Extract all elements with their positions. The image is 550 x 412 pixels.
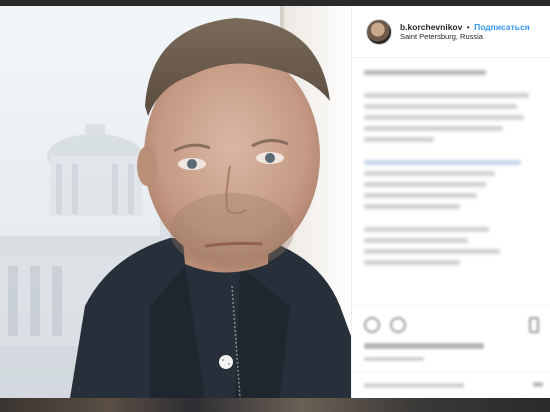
follow-button[interactable]: Подписаться bbox=[474, 22, 530, 32]
blurred-text-line bbox=[364, 126, 504, 131]
header-line: b.korchevnikov • Подписаться bbox=[400, 22, 530, 33]
action-icons bbox=[364, 317, 539, 333]
post-header: b.korchevnikov • Подписаться Saint Peter… bbox=[352, 6, 550, 58]
blurred-text-line bbox=[364, 193, 478, 198]
bookmark-icon[interactable] bbox=[529, 317, 539, 333]
likes-count[interactable] bbox=[364, 343, 484, 349]
comment-placeholder bbox=[364, 383, 464, 388]
comments-area bbox=[352, 58, 550, 265]
actions-bar bbox=[352, 306, 550, 371]
header-text: b.korchevnikov • Подписаться Saint Peter… bbox=[400, 22, 530, 42]
selfie-image bbox=[0, 6, 351, 398]
blurred-text-line bbox=[364, 204, 460, 209]
post-side-panel: b.korchevnikov • Подписаться Saint Peter… bbox=[351, 6, 550, 398]
page-backdrop-bottom bbox=[0, 398, 550, 412]
avatar[interactable] bbox=[366, 18, 392, 45]
location-link[interactable]: Saint Petersburg, Russia bbox=[400, 32, 530, 41]
blurred-text-line bbox=[364, 238, 469, 243]
blurred-text-line bbox=[364, 249, 500, 254]
separator-dot: • bbox=[466, 21, 470, 32]
blurred-caption-line bbox=[364, 70, 486, 75]
heart-icon[interactable] bbox=[364, 317, 380, 333]
blurred-text-line bbox=[364, 227, 490, 232]
blurred-text-line bbox=[364, 260, 460, 265]
blurred-text-line bbox=[364, 104, 518, 109]
add-comment-field[interactable] bbox=[352, 372, 550, 398]
blurred-text-line bbox=[364, 160, 521, 165]
blurred-text-line bbox=[364, 137, 434, 142]
blurred-text-line bbox=[364, 171, 495, 176]
more-icon[interactable] bbox=[533, 382, 543, 387]
blurred-text-line bbox=[364, 93, 530, 98]
post-modal: b.korchevnikov • Подписаться Saint Peter… bbox=[0, 6, 550, 398]
blurred-text-line bbox=[364, 182, 486, 187]
username-link[interactable]: b.korchevnikov bbox=[400, 22, 462, 32]
post-date bbox=[364, 357, 424, 361]
comment-icon[interactable] bbox=[390, 317, 406, 333]
blurred-text-line bbox=[364, 115, 525, 120]
post-photo[interactable] bbox=[0, 6, 351, 398]
